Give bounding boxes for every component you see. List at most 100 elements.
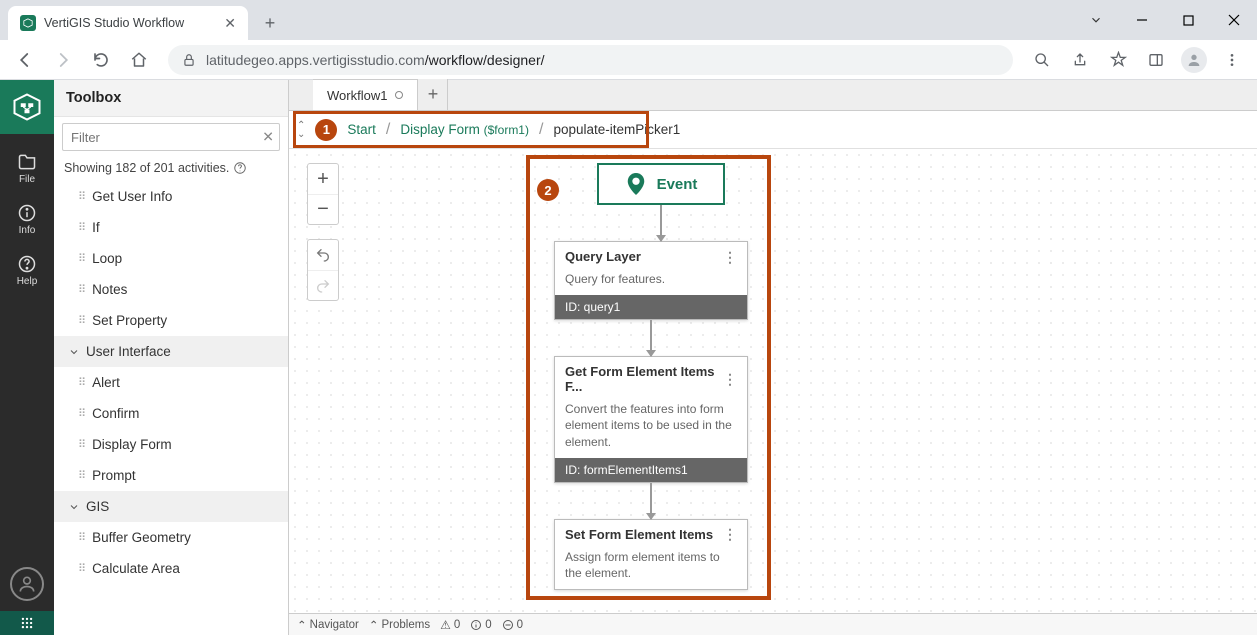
- toolbox-item[interactable]: ⠿Alert: [54, 367, 288, 398]
- drag-grip-icon: ⠿: [78, 190, 84, 203]
- breadcrumb-current: populate-itemPicker1: [549, 122, 684, 137]
- reload-button[interactable]: [84, 43, 118, 77]
- toolbox-item[interactable]: ⠿Display Form: [54, 429, 288, 460]
- breadcrumb-bar: ⌃⌄ 1 Start / Display Form ($form1) / pop…: [289, 111, 1257, 149]
- zoom-in-button[interactable]: +: [308, 164, 338, 194]
- drag-grip-icon: ⠿: [78, 407, 84, 420]
- forward-button[interactable]: [46, 43, 80, 77]
- drag-grip-icon: ⠿: [78, 314, 84, 327]
- activity-title: Get Form Element Items F...: [565, 364, 723, 394]
- workflow-canvas[interactable]: + − 2 Event Query Layer⋮ Query for featu…: [289, 149, 1257, 613]
- navigator-toggle[interactable]: ⌃Navigator: [297, 618, 359, 632]
- menu-icon[interactable]: [1215, 43, 1249, 77]
- toolbox-item[interactable]: ⠿Loop: [54, 243, 288, 274]
- toolbox-item[interactable]: ⠿Calculate Area: [54, 553, 288, 584]
- activity-id: ID: formElementItems1: [555, 458, 747, 482]
- drag-grip-icon: ⠿: [78, 221, 84, 234]
- toolbox-section[interactable]: User Interface: [54, 336, 288, 367]
- activity-node-query[interactable]: Query Layer⋮ Query for features. ID: que…: [554, 241, 748, 320]
- zoom-out-button[interactable]: −: [308, 194, 338, 224]
- browser-tab[interactable]: VertiGIS Studio Workflow ✕: [8, 6, 248, 40]
- new-tab-button[interactable]: +: [256, 9, 284, 37]
- drag-grip-icon: ⠿: [78, 531, 84, 544]
- drag-grip-icon: ⠿: [78, 562, 84, 575]
- share-icon[interactable]: [1063, 43, 1097, 77]
- other-count[interactable]: 0: [502, 619, 523, 631]
- info-count[interactable]: 0: [470, 619, 491, 631]
- back-button[interactable]: [8, 43, 42, 77]
- rail-file[interactable]: File: [17, 152, 37, 185]
- breadcrumb-separator: /: [380, 121, 396, 139]
- toolbox-item[interactable]: ⠿Notes: [54, 274, 288, 305]
- tab-title: VertiGIS Studio Workflow: [44, 16, 184, 30]
- rail-file-label: File: [19, 174, 35, 185]
- undo-button[interactable]: [308, 240, 338, 270]
- activity-desc: Convert the features into form element i…: [555, 401, 747, 458]
- browser-tab-strip: VertiGIS Studio Workflow ✕ +: [0, 0, 1257, 40]
- history-controls: [307, 239, 339, 301]
- url-text: latitudegeo.apps.vertigisstudio.com/work…: [206, 52, 545, 68]
- toolbox-section[interactable]: GIS: [54, 491, 288, 522]
- toolbox-item[interactable]: ⠿Get User Info: [54, 181, 288, 212]
- zoom-icon[interactable]: [1025, 43, 1059, 77]
- warnings-count[interactable]: ⚠0: [440, 618, 460, 632]
- drag-grip-icon: ⠿: [78, 469, 84, 482]
- bookmark-icon[interactable]: [1101, 43, 1135, 77]
- main-area: Workflow1 + ⌃⌄ 1 Start / Display Form ($…: [289, 80, 1257, 635]
- toolbox-title: Toolbox: [54, 80, 288, 117]
- breadcrumb-display-form[interactable]: Display Form ($form1): [396, 122, 533, 137]
- profile-button[interactable]: [1177, 43, 1211, 77]
- breadcrumb-separator: /: [533, 121, 549, 139]
- favicon-icon: [20, 15, 36, 31]
- unsaved-indicator-icon: [395, 91, 403, 99]
- chevron-down-icon[interactable]: [1073, 0, 1119, 40]
- toolbox-item[interactable]: ⠿If: [54, 212, 288, 243]
- connector-icon: [650, 483, 652, 519]
- status-bar: ⌃Navigator ⌃Problems ⚠0 0 0: [289, 613, 1257, 635]
- side-panel-icon[interactable]: [1139, 43, 1173, 77]
- node-menu-icon[interactable]: ⋮: [723, 252, 737, 262]
- maximize-button[interactable]: [1165, 0, 1211, 40]
- document-tab[interactable]: Workflow1: [313, 79, 418, 110]
- minimize-button[interactable]: [1119, 0, 1165, 40]
- activity-node-setitems[interactable]: Set Form Element Items⋮ Assign form elem…: [554, 519, 748, 590]
- chevron-down-icon: [68, 346, 80, 358]
- address-bar[interactable]: latitudegeo.apps.vertigisstudio.com/work…: [168, 45, 1013, 75]
- node-menu-icon[interactable]: ⋮: [723, 529, 737, 539]
- event-label: Event: [657, 176, 698, 193]
- close-tab-icon[interactable]: ✕: [224, 15, 236, 32]
- redo-button[interactable]: [308, 270, 338, 300]
- filter-input[interactable]: [62, 123, 280, 151]
- toolbox-item[interactable]: ⠿Buffer Geometry: [54, 522, 288, 553]
- document-tabs: Workflow1 +: [289, 80, 1257, 111]
- help-icon[interactable]: [233, 161, 247, 175]
- breadcrumb-start[interactable]: Start: [343, 122, 380, 137]
- app-logo[interactable]: [0, 80, 54, 134]
- lock-icon: [182, 53, 196, 67]
- drag-grip-icon: ⠿: [78, 376, 84, 389]
- drag-grip-icon: ⠿: [78, 283, 84, 296]
- apps-grid-icon[interactable]: [0, 611, 54, 635]
- home-button[interactable]: [122, 43, 156, 77]
- toolbox-item[interactable]: ⠿Prompt: [54, 460, 288, 491]
- breadcrumb-nav-icon[interactable]: ⌃⌄: [293, 121, 309, 139]
- showing-count: Showing 182 of 201 activities.: [54, 157, 288, 181]
- activity-desc: Query for features.: [555, 271, 747, 295]
- document-tab-label: Workflow1: [327, 88, 387, 103]
- add-tab-button[interactable]: +: [418, 79, 448, 110]
- activity-node-getitems[interactable]: Get Form Element Items F...⋮ Convert the…: [554, 356, 748, 483]
- rail-info[interactable]: Info: [17, 203, 37, 236]
- node-menu-icon[interactable]: ⋮: [723, 374, 737, 384]
- user-avatar[interactable]: [10, 567, 44, 601]
- toolbox-list[interactable]: ⠿Get User Info⠿If⠿Loop⠿Notes⠿Set Propert…: [54, 181, 288, 635]
- clear-filter-icon[interactable]: ✕: [262, 129, 274, 146]
- browser-toolbar: latitudegeo.apps.vertigisstudio.com/work…: [0, 40, 1257, 80]
- event-node[interactable]: Event: [597, 163, 726, 205]
- rail-help[interactable]: Help: [17, 254, 38, 287]
- toolbox-item[interactable]: ⠿Confirm: [54, 398, 288, 429]
- toolbox-item[interactable]: ⠿Set Property: [54, 305, 288, 336]
- app-container: File Info Help Toolbox ✕ Showing 182 of …: [0, 80, 1257, 635]
- close-window-button[interactable]: [1211, 0, 1257, 40]
- connector-icon: [650, 320, 652, 356]
- problems-toggle[interactable]: ⌃Problems: [369, 618, 430, 632]
